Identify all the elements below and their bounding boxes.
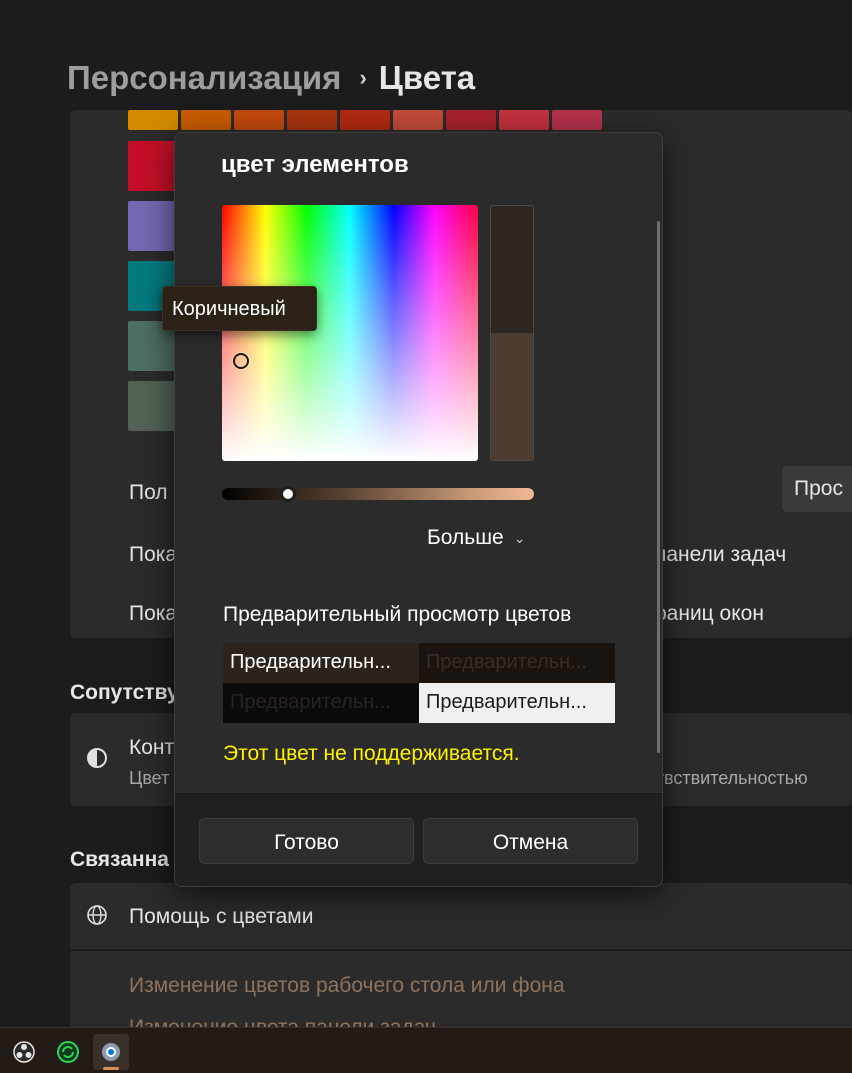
- accent-swatch[interactable]: [234, 110, 284, 130]
- breadcrumb-separator: ›: [359, 65, 367, 90]
- accent-swatch[interactable]: [393, 110, 443, 130]
- taskbar-accent-label: Пока: [129, 543, 178, 566]
- preview-dark-bg-cell: Предварительн...: [223, 683, 419, 723]
- contrast-icon: [87, 748, 107, 768]
- related-links-heading: Связанна: [70, 848, 169, 871]
- brightness-slider-thumb[interactable]: [279, 486, 296, 502]
- brightness-slider[interactable]: [222, 488, 534, 500]
- dialog-scrollbar[interactable]: [657, 221, 660, 753]
- color-name-tooltip: Коричневый: [162, 286, 317, 331]
- accent-swatch[interactable]: [128, 201, 178, 251]
- accent-swatch[interactable]: [552, 110, 602, 130]
- accent-swatch[interactable]: [181, 110, 231, 130]
- selected-color-swatch: [491, 333, 533, 460]
- color-picker-dialog: цвет элементов Больше ⌄ Предварительный …: [174, 132, 663, 887]
- borders-accent-label: Пока: [129, 602, 178, 625]
- taskbar-accent-label-right: панели задач: [655, 543, 787, 566]
- accent-swatch[interactable]: [128, 141, 178, 191]
- color-spectrum[interactable]: [222, 205, 478, 461]
- contrast-subtitle: Цвет: [129, 768, 170, 788]
- globe-icon: [86, 904, 108, 931]
- settings-icon[interactable]: [93, 1034, 129, 1070]
- chevron-down-icon: ⌄: [513, 529, 526, 546]
- accent-mode-button[interactable]: Прос: [782, 466, 852, 512]
- dialog-title: цвет элементов: [221, 151, 409, 178]
- preview-dark-text-cell: Предварительн...: [419, 643, 615, 683]
- dialog-footer: Готово Отмена: [175, 793, 662, 886]
- accent-swatch[interactable]: [128, 110, 178, 130]
- color-preview-heading: Предварительный просмотр цветов: [223, 603, 572, 626]
- more-button[interactable]: Больше ⌄: [427, 526, 525, 550]
- contrast-subtitle-right: увствительностью: [655, 768, 808, 788]
- previous-color-swatch: [491, 206, 533, 333]
- sync-icon[interactable]: [50, 1034, 86, 1070]
- preview-light-bg-cell: Предварительн...: [419, 683, 615, 723]
- accent-swatch[interactable]: [446, 110, 496, 130]
- spectrum-selector-handle[interactable]: [233, 353, 249, 369]
- more-label: Больше: [427, 526, 504, 549]
- obs-icon[interactable]: [6, 1034, 42, 1070]
- page-title: Цвета: [378, 59, 476, 96]
- contrast-title: Конт: [129, 736, 175, 759]
- accent-mode-label: Пол: [129, 481, 168, 504]
- active-app-indicator: [103, 1067, 119, 1070]
- taskbar: [0, 1027, 852, 1073]
- color-preview-bar: [490, 205, 534, 461]
- accent-swatch[interactable]: [499, 110, 549, 130]
- preview-light-text-cell: Предварительн...: [223, 643, 419, 683]
- help-with-colors-label: Помощь с цветами: [129, 905, 314, 928]
- breadcrumb: Персонализация › Цвета: [67, 56, 475, 100]
- change-desktop-color-link[interactable]: Изменение цветов рабочего стола или фона: [129, 974, 565, 998]
- done-button[interactable]: Готово: [199, 818, 414, 864]
- related-settings-heading: Сопутству: [70, 681, 179, 704]
- unsupported-color-warning: Этот цвет не поддерживается.: [223, 742, 520, 765]
- accent-swatch[interactable]: [128, 381, 178, 431]
- accent-swatch[interactable]: [287, 110, 337, 130]
- breadcrumb-parent[interactable]: Персонализация: [67, 59, 341, 97]
- borders-accent-label-right: раниц окон: [655, 602, 764, 625]
- accent-swatch[interactable]: [340, 110, 390, 130]
- cancel-button[interactable]: Отмена: [423, 818, 638, 864]
